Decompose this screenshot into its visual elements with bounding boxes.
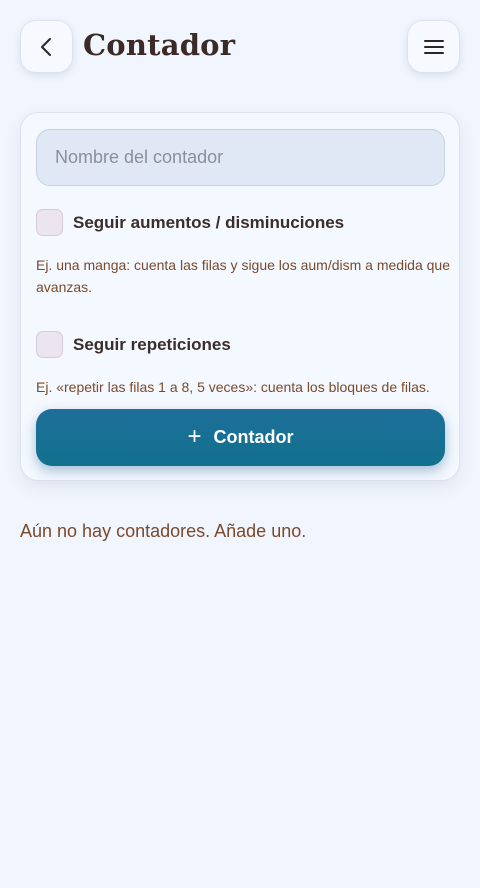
page-title: Contador bbox=[83, 28, 236, 62]
back-button[interactable] bbox=[20, 20, 73, 73]
counter-name-input[interactable] bbox=[36, 129, 445, 186]
add-counter-button[interactable]: + Contador bbox=[36, 409, 445, 466]
menu-button[interactable] bbox=[407, 20, 460, 73]
track-repeats-hint: Ej. «repetir las filas 1 a 8, 5 veces»: … bbox=[36, 379, 430, 395]
track-increases-label: Seguir aumentos / disminuciones bbox=[73, 212, 345, 232]
track-increases-hint: Ej. una manga: cuenta las filas y sigue … bbox=[36, 257, 451, 295]
app-header: Contador bbox=[0, 0, 480, 96]
track-repeats-checkbox[interactable] bbox=[36, 331, 63, 358]
empty-state-message: Aún no hay contadores. Añade uno. bbox=[20, 521, 307, 541]
hamburger-menu-icon bbox=[423, 39, 444, 54]
chevron-left-icon bbox=[40, 37, 51, 56]
add-counter-label: Contador bbox=[213, 427, 294, 447]
plus-icon: + bbox=[187, 422, 202, 450]
track-repeats-label: Seguir repeticiones bbox=[73, 334, 231, 354]
track-increases-checkbox[interactable] bbox=[36, 209, 63, 236]
new-counter-card: Seguir aumentos / disminuciones Ej. una … bbox=[20, 112, 460, 481]
track-increases-option[interactable]: Seguir aumentos / disminuciones bbox=[36, 209, 344, 236]
track-repeats-option[interactable]: Seguir repeticiones bbox=[36, 331, 231, 358]
